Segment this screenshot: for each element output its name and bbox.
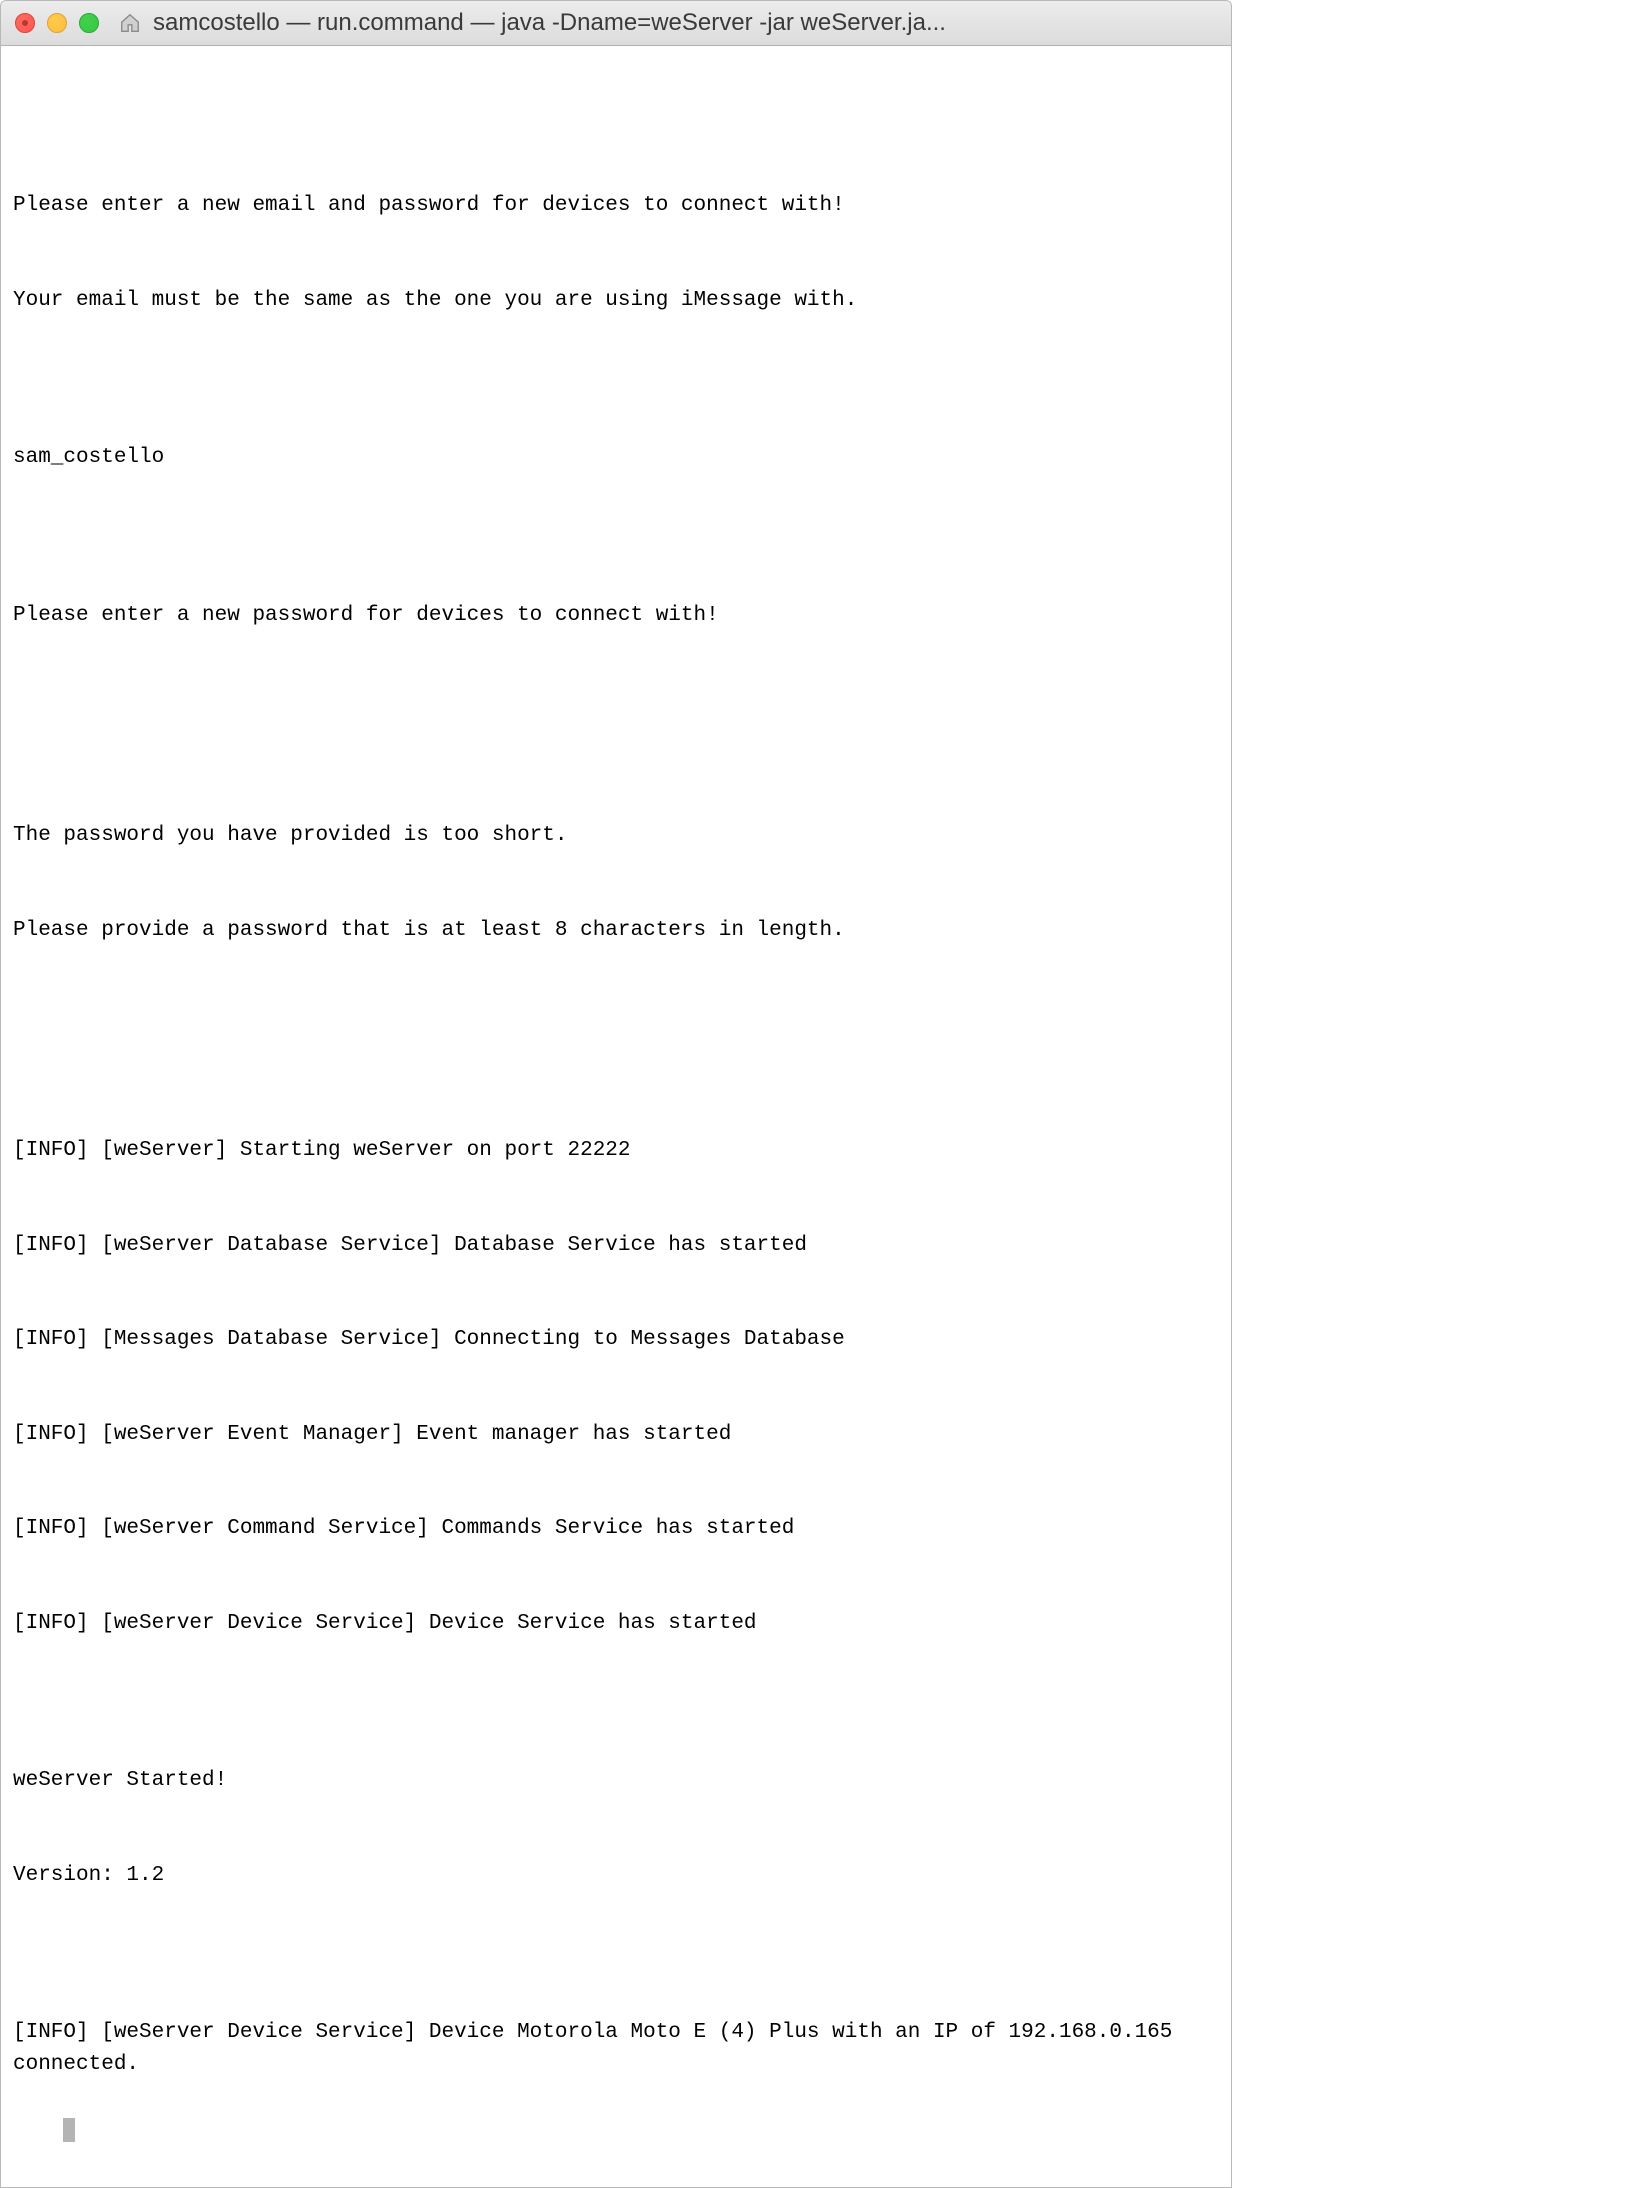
terminal-line: [INFO] [weServer Event Manager] Event ma… <box>13 1419 1219 1451</box>
minimize-button[interactable] <box>47 13 67 33</box>
terminal-line: [INFO] [weServer Device Service] Device … <box>13 2017 1219 2080</box>
terminal-output[interactable]: Please enter a new email and password fo… <box>1 46 1231 2187</box>
terminal-line: Your email must be the same as the one y… <box>13 285 1219 317</box>
terminal-line: [INFO] [weServer Database Service] Datab… <box>13 1230 1219 1262</box>
terminal-line: Please enter a new email and password fo… <box>13 190 1219 222</box>
terminal-line: [INFO] [weServer Device Service] Device … <box>13 1608 1219 1640</box>
home-icon <box>117 10 143 36</box>
terminal-line: sam_costello <box>13 442 1219 474</box>
close-button[interactable] <box>15 13 35 33</box>
terminal-line: Please provide a password that is at lea… <box>13 915 1219 947</box>
traffic-lights <box>15 13 99 33</box>
terminal-line: Please enter a new password for devices … <box>13 600 1219 632</box>
titlebar[interactable]: samcostello — run.command — java -Dname=… <box>1 1 1231 46</box>
terminal-line: [INFO] [Messages Database Service] Conne… <box>13 1324 1219 1356</box>
terminal-line: The password you have provided is too sh… <box>13 820 1219 852</box>
terminal-window: samcostello — run.command — java -Dname=… <box>0 0 1232 2188</box>
terminal-line: [INFO] [weServer] Starting weServer on p… <box>13 1135 1219 1167</box>
terminal-line: weServer Started! <box>13 1765 1219 1797</box>
zoom-button[interactable] <box>79 13 99 33</box>
terminal-cursor <box>63 2118 75 2142</box>
window-title: samcostello — run.command — java -Dname=… <box>153 9 1217 37</box>
terminal-line: [INFO] [weServer Command Service] Comman… <box>13 1513 1219 1545</box>
terminal-line: Version: 1.2 <box>13 1860 1219 1892</box>
